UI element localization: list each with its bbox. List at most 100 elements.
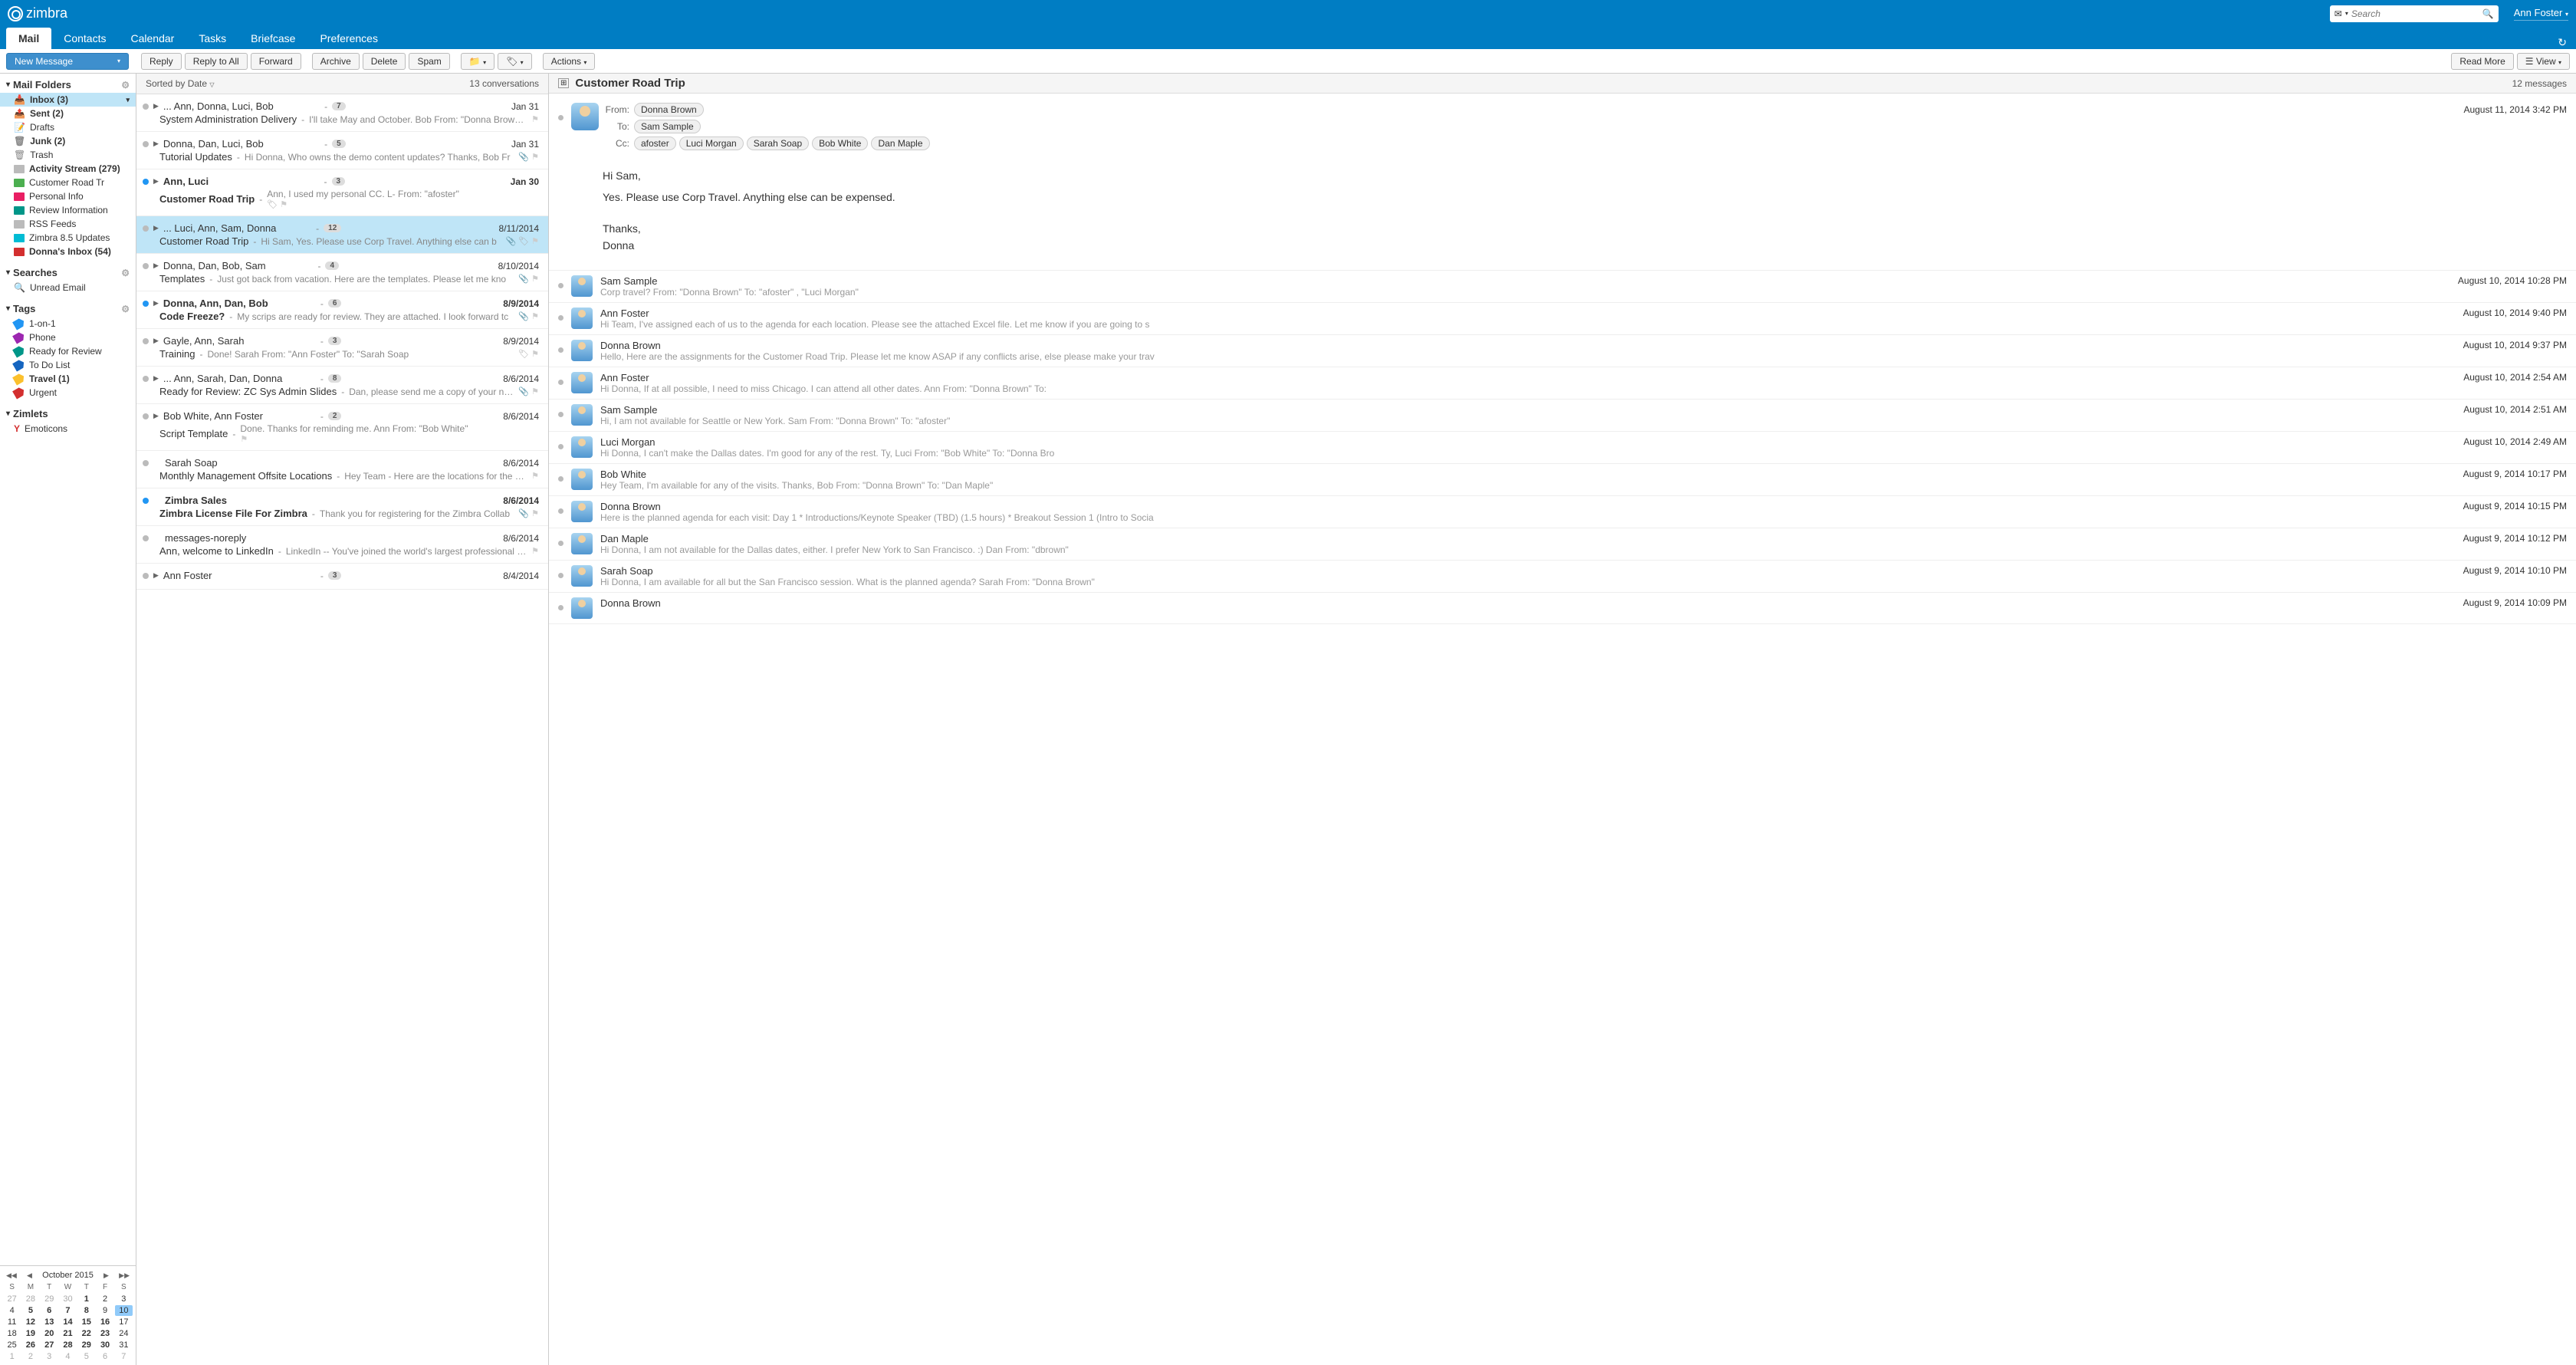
- conversation-item[interactable]: ▶Ann, Luci- 3Jan 30Customer Road Trip-An…: [136, 169, 548, 216]
- gear-icon[interactable]: ⚙: [121, 80, 130, 90]
- sidebar-folder[interactable]: Zimbra 8.5 Updates: [0, 231, 136, 245]
- flag-icon[interactable]: ⚑: [531, 114, 539, 124]
- cal-day[interactable]: 28: [21, 1294, 39, 1304]
- flag-icon[interactable]: ⚑: [531, 152, 539, 162]
- flag-icon[interactable]: ⚑: [531, 386, 539, 396]
- cal-next[interactable]: ▶: [104, 1271, 109, 1280]
- sidebar-zimlet-item[interactable]: YEmoticons: [0, 422, 136, 436]
- from-chip[interactable]: Donna Brown: [634, 103, 704, 117]
- cal-day[interactable]: 31: [115, 1340, 133, 1350]
- sidebar-folder[interactable]: RSS Feeds: [0, 217, 136, 231]
- sidebar-tag-item[interactable]: To Do List: [0, 358, 136, 372]
- cal-day[interactable]: 14: [59, 1317, 77, 1327]
- cal-day[interactable]: 5: [77, 1351, 95, 1362]
- search-icon[interactable]: 🔍: [2482, 8, 2494, 19]
- cal-day[interactable]: 27: [41, 1340, 58, 1350]
- delete-button[interactable]: Delete: [363, 53, 406, 70]
- conversation-item[interactable]: ▶... Luci, Ann, Sam, Donna- 128/11/2014C…: [136, 216, 548, 254]
- sidebar-tag-item[interactable]: 1-on-1: [0, 317, 136, 331]
- actions-button[interactable]: Actions ▾: [543, 53, 596, 70]
- expand-arrow-icon[interactable]: ▶: [153, 224, 159, 232]
- flag-icon[interactable]: ⚑: [531, 471, 539, 481]
- tab-tasks[interactable]: Tasks: [186, 28, 238, 49]
- conversation-item[interactable]: ▶... Ann, Sarah, Dan, Donna- 88/6/2014Re…: [136, 367, 548, 404]
- cc-chip[interactable]: Luci Morgan: [679, 136, 744, 150]
- thread-item[interactable]: Donna BrownAugust 10, 2014 9:37 PMHello,…: [549, 335, 2576, 367]
- sidebar-tag-item[interactable]: Urgent: [0, 386, 136, 400]
- sidebar-tag-item[interactable]: Ready for Review: [0, 344, 136, 358]
- conversation-item[interactable]: Sarah Soap8/6/2014Monthly Management Off…: [136, 451, 548, 488]
- thread-item[interactable]: Dan MapleAugust 9, 2014 10:12 PMHi Donna…: [549, 528, 2576, 561]
- refresh-icon[interactable]: ↻: [2558, 36, 2567, 49]
- cal-day[interactable]: 29: [77, 1340, 95, 1350]
- thread-item[interactable]: Bob WhiteAugust 9, 2014 10:17 PMHey Team…: [549, 464, 2576, 496]
- sidebar-folder[interactable]: Activity Stream (279): [0, 162, 136, 176]
- cal-day[interactable]: 3: [41, 1351, 58, 1362]
- thread-item[interactable]: Ann FosterAugust 10, 2014 9:40 PMHi Team…: [549, 303, 2576, 335]
- sidebar-folder[interactable]: Customer Road Tr: [0, 176, 136, 189]
- cal-prev-prev[interactable]: ◀◀: [6, 1271, 17, 1280]
- thread-item[interactable]: Sam SampleAugust 10, 2014 2:51 AMHi, I a…: [549, 400, 2576, 432]
- gear-icon[interactable]: ⚙: [121, 268, 130, 278]
- sidebar-folder[interactable]: Personal Info: [0, 189, 136, 203]
- flag-icon[interactable]: ⚑: [280, 199, 288, 209]
- thread-item[interactable]: Ann FosterAugust 10, 2014 2:54 AMHi Donn…: [549, 367, 2576, 400]
- archive-button[interactable]: Archive: [312, 53, 360, 70]
- cal-day[interactable]: 27: [3, 1294, 21, 1304]
- tab-briefcase[interactable]: Briefcase: [238, 28, 307, 49]
- conversation-item[interactable]: Zimbra Sales8/6/2014Zimbra License File …: [136, 488, 548, 526]
- sidebar-folder[interactable]: 🗑Trash: [0, 148, 136, 162]
- conversation-item[interactable]: ▶Bob White, Ann Foster- 28/6/2014Script …: [136, 404, 548, 451]
- sidebar-search-item[interactable]: 🔍Unread Email: [0, 281, 136, 294]
- expand-arrow-icon[interactable]: ▶: [153, 177, 159, 186]
- cal-day[interactable]: 1: [3, 1351, 21, 1362]
- cc-chip[interactable]: Sarah Soap: [747, 136, 809, 150]
- view-button[interactable]: ☰ View ▾: [2517, 53, 2570, 70]
- expand-arrow-icon[interactable]: ▶: [153, 102, 159, 110]
- zimlets-header[interactable]: Zimlets: [0, 406, 136, 422]
- cal-day[interactable]: 2: [21, 1351, 39, 1362]
- cal-day[interactable]: 6: [41, 1305, 58, 1316]
- cal-day[interactable]: 21: [59, 1328, 77, 1339]
- user-menu[interactable]: Ann Foster ▾: [2514, 7, 2568, 21]
- tab-mail[interactable]: Mail: [6, 28, 51, 49]
- expand-arrow-icon[interactable]: ▶: [153, 374, 159, 383]
- cal-day[interactable]: 30: [96, 1340, 113, 1350]
- cc-chip[interactable]: afoster: [634, 136, 676, 150]
- flag-icon[interactable]: ⚑: [531, 236, 539, 246]
- expand-arrow-icon[interactable]: ▶: [153, 261, 159, 270]
- cal-day[interactable]: 16: [96, 1317, 113, 1327]
- search-box[interactable]: ✉ ▾ 🔍: [2330, 5, 2499, 22]
- cal-prev[interactable]: ◀: [27, 1271, 32, 1280]
- expand-arrow-icon[interactable]: ▶: [153, 412, 159, 420]
- conversation-item[interactable]: messages-noreply8/6/2014Ann, welcome to …: [136, 526, 548, 564]
- cal-day[interactable]: 1: [77, 1294, 95, 1304]
- flag-icon[interactable]: ⚑: [531, 274, 539, 284]
- reply-button[interactable]: Reply: [141, 53, 182, 70]
- tag-button[interactable]: 🏷 ▾: [498, 53, 532, 70]
- flag-icon[interactable]: ⚑: [531, 311, 539, 321]
- sidebar-folder[interactable]: 📥Inbox (3)▾: [0, 93, 136, 107]
- cal-day[interactable]: 13: [41, 1317, 58, 1327]
- sidebar-folder[interactable]: 📤Sent (2): [0, 107, 136, 120]
- cal-day[interactable]: 25: [3, 1340, 21, 1350]
- cal-day[interactable]: 26: [21, 1340, 39, 1350]
- reply-all-button[interactable]: Reply to All: [185, 53, 248, 70]
- flag-icon[interactable]: ⚑: [531, 546, 539, 556]
- sort-by[interactable]: Sorted by Date ▽: [146, 78, 215, 89]
- cal-day[interactable]: 18: [3, 1328, 21, 1339]
- conversation-item[interactable]: ▶Ann Foster- 38/4/2014: [136, 564, 548, 590]
- cal-day[interactable]: 2: [96, 1294, 113, 1304]
- conversation-item[interactable]: ▶Donna, Ann, Dan, Bob- 68/9/2014Code Fre…: [136, 291, 548, 329]
- cal-day[interactable]: 29: [41, 1294, 58, 1304]
- expand-arrow-icon[interactable]: ▶: [153, 571, 159, 580]
- cal-day[interactable]: 7: [59, 1305, 77, 1316]
- new-message-button[interactable]: New Message▾: [6, 53, 129, 70]
- tags-header[interactable]: Tags⚙: [0, 301, 136, 317]
- cal-day[interactable]: 28: [59, 1340, 77, 1350]
- thread-item[interactable]: Donna BrownAugust 9, 2014 10:15 PMHere i…: [549, 496, 2576, 528]
- expand-arrow-icon[interactable]: ▶: [153, 337, 159, 345]
- mail-folders-header[interactable]: Mail Folders⚙: [0, 77, 136, 93]
- cal-day[interactable]: 19: [21, 1328, 39, 1339]
- searches-header[interactable]: Searches⚙: [0, 265, 136, 281]
